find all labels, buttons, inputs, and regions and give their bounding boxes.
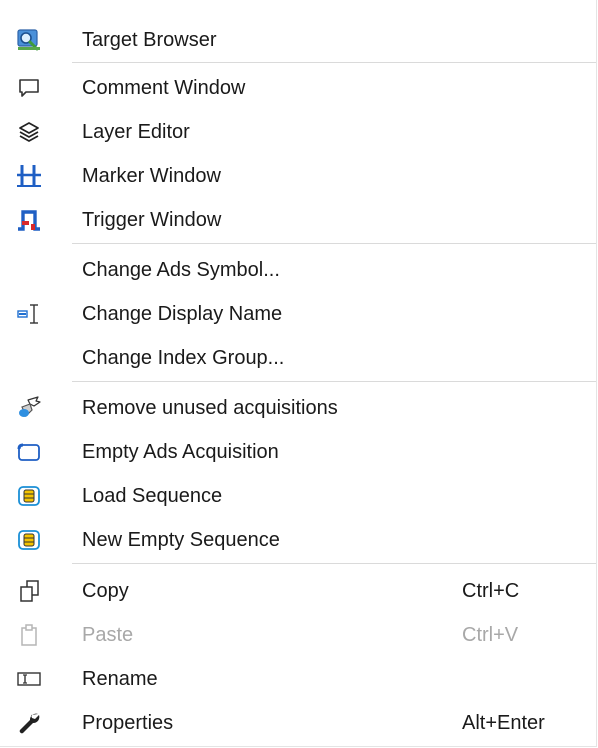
menu-item-label: Change Index Group... [82, 347, 285, 369]
menu-item-empty-ads-acquisition[interactable]: Empty Ads Acquisition [0, 430, 596, 474]
shortcut-label: Ctrl+V [462, 624, 519, 646]
trigger-icon [12, 203, 46, 237]
menu-item-target-browser[interactable]: Target Browser [0, 18, 596, 62]
shortcut-label: Alt+Enter [462, 712, 545, 734]
separator [72, 62, 596, 63]
menu-item-new-empty-sequence[interactable]: New Empty Sequence [0, 518, 596, 562]
menu-item-change-display-name[interactable]: Change Display Name [0, 292, 596, 336]
context-menu: Target Browser Comment Window Layer Edit… [0, 0, 597, 747]
sequence-icon [12, 479, 46, 513]
menu-item-label: Change Display Name [82, 303, 283, 325]
menu-item-label: Marker Window [82, 165, 221, 187]
menu-item-load-sequence[interactable]: Load Sequence [0, 474, 596, 518]
menu-item-copy[interactable]: Copy Ctrl+C [0, 569, 596, 613]
menu-item-change-ads-symbol[interactable]: Change Ads Symbol... [0, 248, 596, 292]
menu-item-label: Load Sequence [82, 485, 223, 507]
menu-item-label: Rename [82, 668, 158, 690]
comment-icon [12, 71, 46, 105]
menu-item-label: Paste [82, 624, 134, 646]
menu-item-label: Layer Editor [82, 121, 190, 143]
shortcut-label: Ctrl+C [462, 580, 520, 602]
menu-item-label: Comment Window [82, 77, 246, 99]
wrench-icon [12, 706, 46, 740]
menu-item-layer-editor[interactable]: Layer Editor [0, 110, 596, 154]
target-browser-icon [12, 23, 46, 57]
rename-icon [12, 662, 46, 696]
menu-item-label: Trigger Window [82, 209, 222, 231]
separator [72, 243, 596, 244]
menu-item-label: New Empty Sequence [82, 529, 280, 551]
menu-item-label: Empty Ads Acquisition [82, 441, 279, 463]
menu-item-label: Change Ads Symbol... [82, 259, 280, 281]
menu-item-comment-window[interactable]: Comment Window [0, 66, 596, 110]
acquisition-icon [12, 435, 46, 469]
layers-icon [12, 115, 46, 149]
menu-item-label: Copy [82, 580, 129, 602]
marker-icon [12, 159, 46, 193]
menu-item-label: Remove unused acquisitions [82, 397, 338, 419]
menu-item-change-index-group[interactable]: Change Index Group... [0, 336, 596, 380]
menu-item-trigger-window[interactable]: Trigger Window [0, 198, 596, 242]
separator [72, 381, 596, 382]
menu-item-label: Properties [82, 712, 174, 734]
menu-item-remove-unused-acquisitions[interactable]: Remove unused acquisitions [0, 386, 596, 430]
menu-item-rename[interactable]: Rename [0, 657, 596, 701]
menu-item-properties[interactable]: Properties Alt+Enter [0, 701, 596, 745]
menu-item-label: Target Browser [82, 29, 217, 51]
text-cursor-icon [12, 297, 46, 331]
paste-icon [12, 618, 46, 652]
sequence-icon [12, 523, 46, 557]
copy-icon [12, 574, 46, 608]
broom-icon [12, 391, 46, 425]
menu-item-marker-window[interactable]: Marker Window [0, 154, 596, 198]
separator [72, 563, 596, 564]
menu-item-paste[interactable]: Paste Ctrl+V [0, 613, 596, 657]
